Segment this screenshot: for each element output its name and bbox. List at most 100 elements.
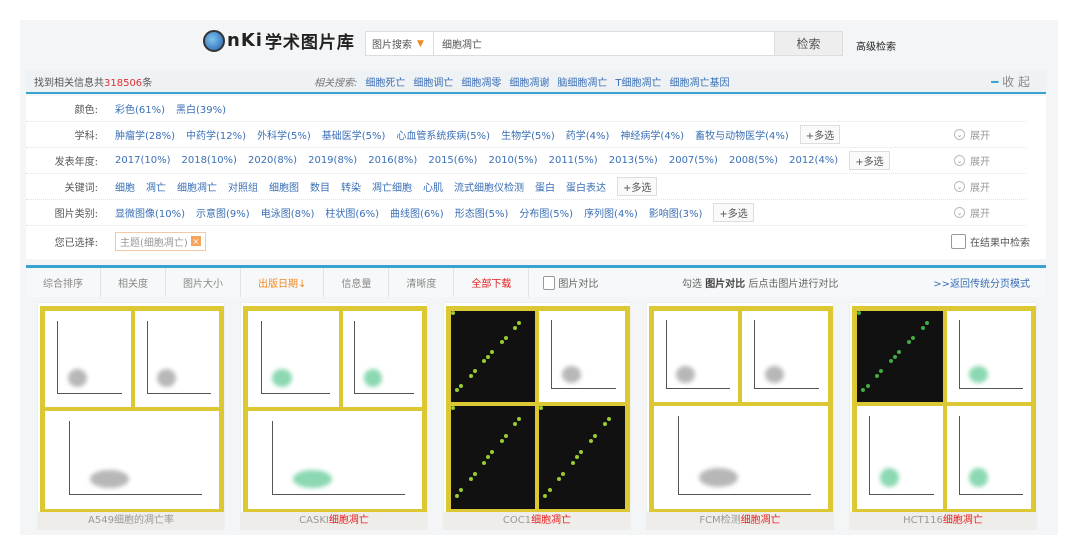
filter-option[interactable]: 神经病学(4%) bbox=[620, 127, 684, 142]
filter-option[interactable]: 2015(6%) bbox=[428, 155, 477, 166]
filter-option[interactable]: 细胞图 bbox=[269, 179, 299, 194]
search-input[interactable] bbox=[434, 32, 774, 55]
filter-option[interactable]: 药学(4%) bbox=[566, 127, 610, 142]
download-all-button[interactable]: 全部下载 bbox=[454, 268, 530, 297]
sort-option[interactable]: 综合排序 bbox=[26, 268, 101, 297]
result-caption[interactable]: A549细胞的凋亡率 bbox=[38, 512, 224, 529]
filter-option[interactable]: 凋亡 bbox=[146, 179, 166, 194]
result-caption[interactable]: CASKI细胞凋亡 bbox=[241, 512, 427, 529]
filter-option[interactable]: 数目 bbox=[310, 179, 330, 194]
sort-option[interactable]: 出版日期↓ bbox=[241, 268, 325, 297]
filter-option[interactable]: 流式细胞仪检测 bbox=[454, 179, 524, 194]
sort-option[interactable]: 清晰度 bbox=[389, 268, 455, 297]
filter-option[interactable]: 转染 bbox=[341, 179, 361, 194]
related-search-link[interactable]: 细胞死亡 bbox=[365, 74, 405, 89]
filter-option[interactable]: 电泳图(8%) bbox=[261, 205, 315, 220]
compare-toggle[interactable]: 图片对比 bbox=[543, 275, 598, 290]
filter-option[interactable]: 2010(5%) bbox=[488, 155, 537, 166]
plot-axes bbox=[754, 320, 820, 390]
multi-select-button[interactable]: +多选 bbox=[849, 151, 890, 170]
result-thumbnail[interactable] bbox=[40, 306, 224, 514]
close-icon[interactable]: × bbox=[190, 236, 201, 246]
filter-option[interactable]: 2008(5%) bbox=[729, 155, 778, 166]
search-button[interactable]: 检索 bbox=[774, 32, 842, 55]
filter-option[interactable]: 外科学(5%) bbox=[257, 127, 311, 142]
filter-option[interactable]: 基础医学(5%) bbox=[322, 127, 386, 142]
filter-option[interactable]: 2007(5%) bbox=[669, 155, 718, 166]
related-search-link[interactable]: 细胞凋亡基因 bbox=[669, 74, 729, 89]
sort-option[interactable]: 图片大小 bbox=[166, 268, 241, 297]
filter-option[interactable]: 心血管系统疾病(5%) bbox=[396, 127, 490, 142]
filter-option[interactable]: 蛋白 bbox=[535, 179, 555, 194]
filter-option[interactable]: 生物学(5%) bbox=[501, 127, 555, 142]
expand-button[interactable]: ⌄ 展开 bbox=[954, 205, 990, 220]
result-caption[interactable]: FCM检测细胞凋亡 bbox=[647, 512, 833, 529]
cnki-logo[interactable]: nKi 学术图片库 bbox=[203, 28, 355, 53]
filter-option[interactable]: 黑白(39%) bbox=[176, 101, 226, 116]
filter-option[interactable]: 对照组 bbox=[228, 179, 258, 194]
filter-option[interactable]: 形态图(5%) bbox=[455, 205, 509, 220]
result-card[interactable]: HCT116细胞凋亡 bbox=[849, 302, 1037, 530]
filter-option[interactable]: 影响图(3%) bbox=[649, 205, 703, 220]
sort-option[interactable]: 信息量 bbox=[324, 268, 390, 297]
result-thumbnail[interactable] bbox=[649, 306, 833, 514]
thumbnail-panel bbox=[246, 409, 424, 511]
search-in-results-checkbox[interactable] bbox=[951, 234, 966, 249]
result-thumbnail[interactable] bbox=[446, 306, 630, 514]
result-caption[interactable]: COC1细胞凋亡 bbox=[444, 512, 630, 529]
filter-option[interactable]: 细胞 bbox=[115, 179, 135, 194]
filter-option[interactable]: 2018(10%) bbox=[181, 155, 236, 166]
expand-button[interactable]: ⌄ 展开 bbox=[954, 179, 990, 194]
related-search-link[interactable]: 脑细胞凋亡 bbox=[557, 74, 607, 89]
result-thumbnail[interactable] bbox=[852, 306, 1036, 514]
related-search-link[interactable]: T细胞凋亡 bbox=[615, 74, 661, 89]
filter-option[interactable]: 2011(5%) bbox=[549, 155, 598, 166]
filter-option[interactable]: 彩色(61%) bbox=[115, 101, 165, 116]
globe-icon bbox=[203, 29, 225, 52]
related-search-link[interactable]: 细胞调亡 bbox=[413, 74, 453, 89]
plot-axes bbox=[57, 320, 123, 394]
filter-option[interactable]: 2020(8%) bbox=[248, 155, 297, 166]
filter-option[interactable]: 蛋白表达 bbox=[566, 179, 606, 194]
multi-select-button[interactable]: +多选 bbox=[713, 203, 754, 222]
filter-option[interactable]: 凋亡细胞 bbox=[372, 179, 412, 194]
filter-option[interactable]: 2016(8%) bbox=[368, 155, 417, 166]
search-type-select[interactable]: 图片搜索 ▼ bbox=[366, 32, 434, 55]
expand-button[interactable]: ⌄ 展开 bbox=[954, 127, 990, 142]
compare-checkbox[interactable] bbox=[543, 275, 556, 290]
filter-option[interactable]: 2019(8%) bbox=[308, 155, 357, 166]
expand-button[interactable]: ⌄ 展开 bbox=[954, 153, 990, 168]
filter-option[interactable]: 2017(10%) bbox=[115, 155, 170, 166]
related-search-link[interactable]: 细胞凋谢 bbox=[509, 74, 549, 89]
filter-option[interactable]: 中药学(12%) bbox=[186, 127, 246, 142]
result-card[interactable]: A549细胞的凋亡率 bbox=[37, 302, 225, 530]
filter-option[interactable]: 示意图(9%) bbox=[196, 205, 250, 220]
sort-option[interactable]: 相关度 bbox=[101, 268, 166, 297]
search-in-results[interactable]: 在结果中检索 bbox=[951, 234, 1030, 249]
multi-select-button[interactable]: +多选 bbox=[799, 125, 841, 144]
result-card[interactable]: FCM检测细胞凋亡 bbox=[646, 302, 834, 530]
filter-option[interactable]: 畜牧与动物医学(4%) bbox=[695, 127, 789, 142]
filter-label: 关键词: bbox=[64, 183, 98, 194]
advanced-search-link[interactable]: 高级检索 bbox=[856, 38, 896, 53]
filter-option[interactable]: 曲线图(6%) bbox=[390, 205, 444, 220]
filter-option[interactable]: 2012(4%) bbox=[789, 155, 838, 166]
result-card[interactable]: CASKI细胞凋亡 bbox=[240, 302, 428, 530]
result-thumbnail[interactable] bbox=[243, 306, 427, 514]
thumbnail-panel bbox=[537, 309, 627, 404]
filter-option[interactable]: 心肌 bbox=[423, 179, 443, 194]
related-search-link[interactable]: 细胞凋零 bbox=[461, 74, 501, 89]
multi-select-button[interactable]: +多选 bbox=[617, 177, 658, 196]
filter-option[interactable]: 2013(5%) bbox=[609, 155, 658, 166]
result-card[interactable]: COC1细胞凋亡 bbox=[443, 302, 631, 530]
classic-mode-link[interactable]: >>返回传统分页模式 bbox=[933, 275, 1030, 290]
filter-option[interactable]: 显微图像(10%) bbox=[115, 205, 185, 220]
filter-option[interactable]: 细胞凋亡 bbox=[177, 179, 217, 194]
collapse-button[interactable]: ━ 收 起 bbox=[991, 73, 1030, 90]
filter-option[interactable]: 肿瘤学(28%) bbox=[115, 127, 175, 142]
filter-option[interactable]: 序列图(4%) bbox=[584, 205, 638, 220]
result-caption[interactable]: HCT116细胞凋亡 bbox=[850, 512, 1036, 529]
thumbnail-panel bbox=[43, 409, 221, 511]
filter-option[interactable]: 分布图(5%) bbox=[519, 205, 573, 220]
filter-option[interactable]: 柱状图(6%) bbox=[325, 205, 379, 220]
